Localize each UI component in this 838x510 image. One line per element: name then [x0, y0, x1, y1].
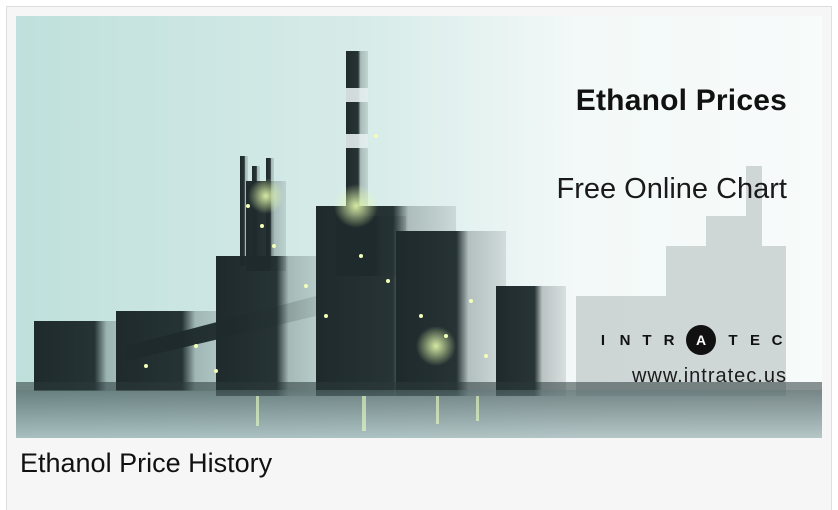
logo-letter: C	[771, 331, 783, 349]
banner-image: Ethanol Prices Free Online Chart I N T R…	[16, 16, 822, 438]
logo-letter: N	[619, 331, 631, 349]
logo-letter: I	[600, 331, 606, 349]
logo-letter: R	[663, 331, 675, 349]
logo-letter: E	[749, 331, 760, 349]
logo-letter: T	[728, 331, 738, 349]
intratec-logo: I N T R A T E C	[592, 322, 788, 358]
logo-letter: T	[642, 331, 652, 349]
banner-url: www.intratec.us	[631, 365, 787, 387]
logo-circle-letter: A	[686, 325, 716, 355]
section-heading: Ethanol Price History	[20, 448, 273, 478]
banner-title: Ethanol Prices	[575, 84, 787, 117]
banner-subtitle: Free Online Chart	[556, 173, 788, 205]
